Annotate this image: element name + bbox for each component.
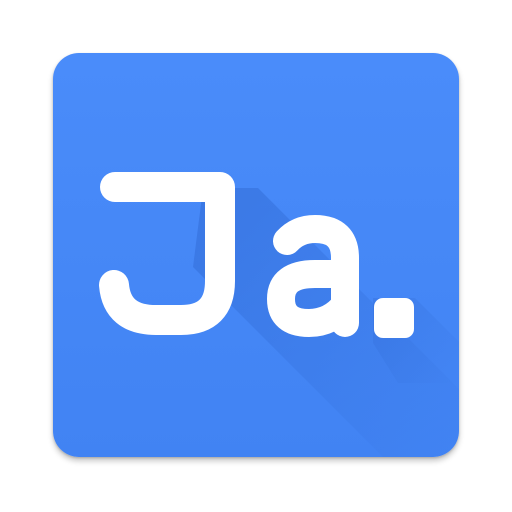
app-icon-graphic (53, 53, 459, 457)
period-dot (374, 298, 414, 338)
icon-canvas (0, 0, 512, 512)
ja-app-icon (53, 53, 459, 457)
